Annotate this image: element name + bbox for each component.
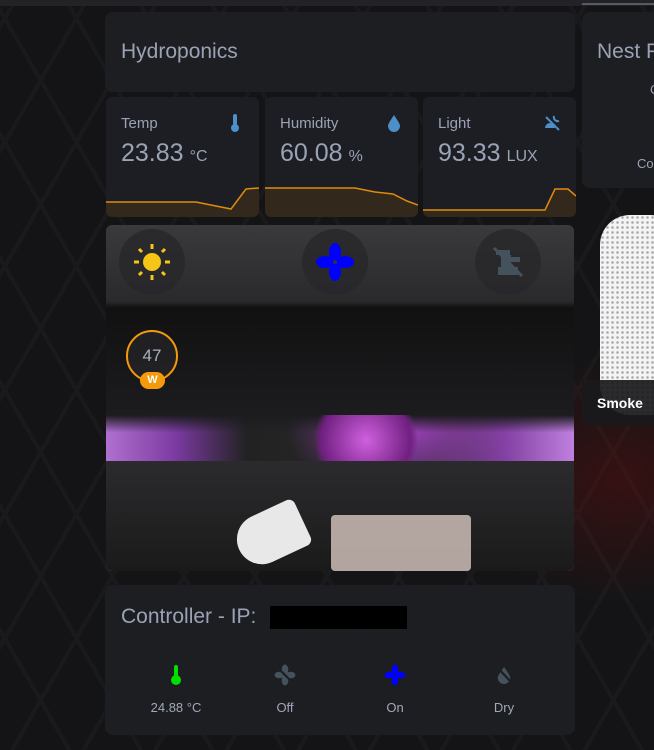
controller-dry[interactable]: Dry	[464, 660, 544, 715]
smoke-label: Smoke	[597, 395, 643, 411]
fan-icon	[316, 243, 354, 281]
sensor-label: Light	[438, 115, 471, 132]
fan-button[interactable]	[302, 229, 368, 295]
sensor-card-humidity[interactable]: Humidity 60.08%	[265, 97, 418, 217]
water-percent-icon	[388, 115, 400, 132]
card-title: Hydroponics	[121, 40, 238, 63]
card-title: Controller - IP:	[121, 605, 257, 628]
water-off-icon	[495, 666, 513, 684]
temp-history-graph	[106, 187, 259, 217]
wattage-badge: W	[140, 372, 165, 389]
sensor-value: 23.83 °C	[121, 139, 208, 167]
nest-line-2: Co	[637, 156, 654, 171]
thermometer-icon	[171, 665, 181, 685]
controller-label: 24.88 °C	[150, 700, 202, 715]
pump-button[interactable]	[475, 229, 541, 295]
smoke-label-bar: Smoke	[582, 380, 654, 425]
water-pump-off-icon	[492, 246, 524, 278]
sun-icon	[134, 244, 170, 280]
active-tab-indicator	[582, 3, 654, 5]
light-history-graph	[423, 188, 576, 217]
controller-label: Off	[276, 700, 294, 715]
controller-label: Dry	[493, 700, 515, 715]
controller-temp[interactable]: 24.88 °C	[136, 660, 216, 715]
hydroponics-card: Hydroponics	[105, 12, 575, 92]
fan-off-icon	[274, 664, 296, 686]
fan-icon	[384, 664, 406, 686]
thermometer-icon	[231, 114, 239, 132]
sensor-label: Temp	[121, 115, 158, 132]
camera-feed[interactable]: 47 W	[106, 225, 574, 571]
sensor-label: Humidity	[280, 115, 339, 132]
grow-light-button[interactable]	[119, 229, 185, 295]
controller-fan-2[interactable]: On	[355, 660, 435, 715]
sensor-value: 93.33 LUX	[438, 139, 538, 167]
humidity-history-graph	[265, 187, 418, 217]
controller-fan-1[interactable]: Off	[245, 660, 325, 715]
nest-card: Nest P C Co	[582, 12, 654, 188]
controller-label: On	[386, 700, 404, 715]
top-bar	[0, 0, 654, 6]
sensor-card-light[interactable]: Light 93.33 LUX	[423, 97, 576, 217]
camera-box	[331, 515, 471, 571]
sensor-card-temp[interactable]: Temp 23.83 °C	[106, 97, 259, 217]
redacted-ip	[270, 606, 407, 629]
card-title: Nest P	[597, 40, 654, 63]
plant-pots	[296, 415, 436, 465]
nest-line-1: C	[650, 82, 654, 97]
sensor-value: 60.08%	[280, 139, 363, 167]
weather-night-partly-cloudy-icon	[545, 115, 560, 131]
